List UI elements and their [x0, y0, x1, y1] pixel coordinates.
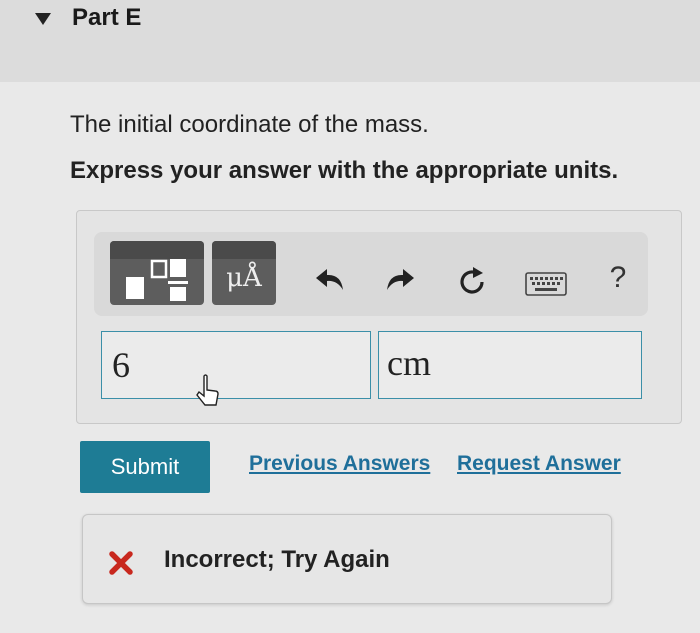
redo-icon — [387, 269, 414, 290]
part-header[interactable]: Part E — [0, 0, 700, 82]
previous-answers-link[interactable]: Previous Answers — [249, 452, 430, 476]
units-icon: μÅ — [226, 263, 262, 293]
help-icon: ? — [609, 261, 627, 294]
undo-icon — [316, 269, 343, 290]
help-button[interactable]: ? — [598, 258, 638, 298]
question-text: The initial coordinate of the mass. — [70, 111, 429, 138]
answer-value-input[interactable]: 6 — [101, 331, 371, 399]
undo-button[interactable] — [310, 260, 350, 300]
red-x-icon — [109, 551, 133, 575]
units-button[interactable]: μÅ — [212, 241, 276, 305]
redo-button[interactable] — [380, 260, 420, 300]
triangle-down-icon[interactable] — [34, 12, 52, 26]
request-answer-link[interactable]: Request Answer — [457, 452, 621, 476]
submit-button[interactable]: Submit — [80, 441, 210, 493]
templates-icon — [126, 259, 188, 301]
mouse-cursor-icon — [196, 374, 219, 406]
reset-icon — [460, 267, 484, 294]
answer-units-input[interactable]: cm — [378, 331, 642, 399]
part-title: Part E — [72, 4, 142, 31]
templates-button[interactable] — [110, 241, 204, 305]
keyboard-icon — [525, 272, 567, 296]
instruction-text: Express your answer with the appropriate… — [70, 157, 619, 184]
keyboard-button[interactable] — [524, 268, 568, 300]
reset-button[interactable] — [452, 262, 492, 302]
feedback-text: Incorrect; Try Again — [164, 546, 390, 573]
